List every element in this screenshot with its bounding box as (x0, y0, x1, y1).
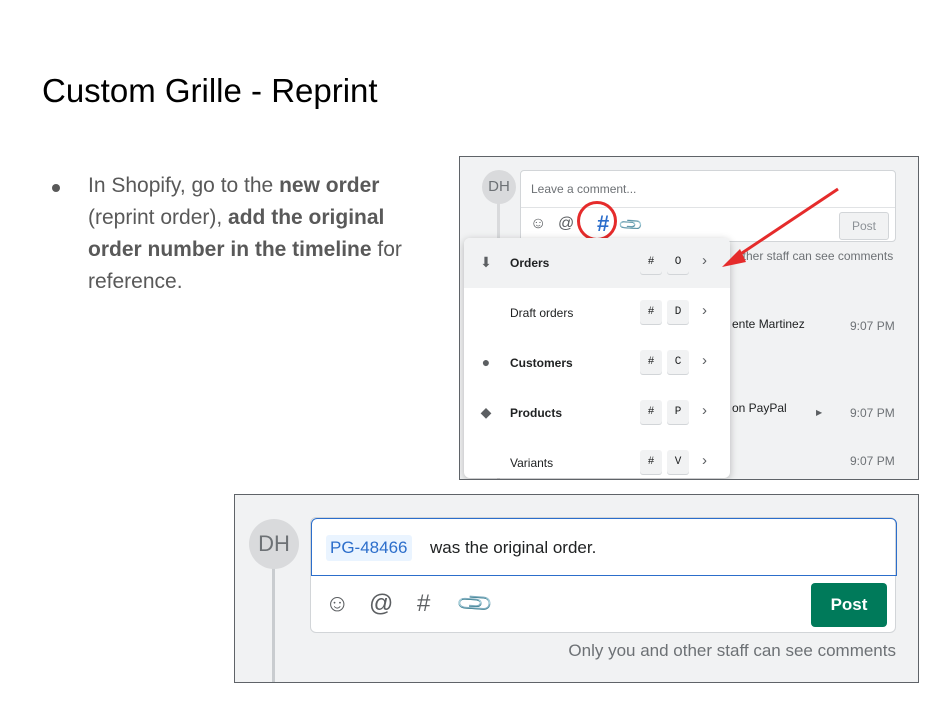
bullet-dot-icon (52, 184, 60, 192)
bullet-text-part: (reprint order), (88, 206, 229, 229)
instruction-bullet: In Shopify, go to the new order (reprint… (52, 170, 442, 298)
shopify-timeline-screenshot-bottom: DH PG-48466 was the original order. ☺ @ … (234, 494, 919, 683)
hash-icon[interactable]: # (417, 590, 430, 618)
order-reference-chip[interactable]: PG-48466 (326, 535, 412, 561)
comment-text: was the original order. (430, 538, 597, 557)
comment-input[interactable]: PG-48466 was the original order. (311, 518, 897, 576)
paperclip-icon[interactable]: 📎 (455, 584, 496, 625)
visibility-note: Only you and other staff can see comment… (568, 641, 896, 660)
annotation-arrow (722, 187, 839, 267)
comment-toolbar: ☺ @ # 📎 Post (311, 576, 895, 632)
shopify-timeline-screenshot-top: DH Leave a comment... ☺ @ # 📎 Post other… (459, 156, 919, 480)
smiley-icon[interactable]: ☺ (325, 590, 350, 618)
bullet-text-part: In Shopify, go to the (88, 174, 280, 197)
post-button[interactable]: Post (811, 583, 887, 627)
bullet-bold-new-order: new order (279, 174, 380, 197)
bullet-text: In Shopify, go to the new order (reprint… (88, 170, 442, 298)
comment-box: PG-48466 was the original order. ☺ @ # 📎… (310, 517, 897, 633)
at-icon[interactable]: @ (369, 590, 393, 618)
avatar: DH (249, 519, 299, 569)
slide-title: Custom Grille - Reprint (42, 72, 378, 109)
